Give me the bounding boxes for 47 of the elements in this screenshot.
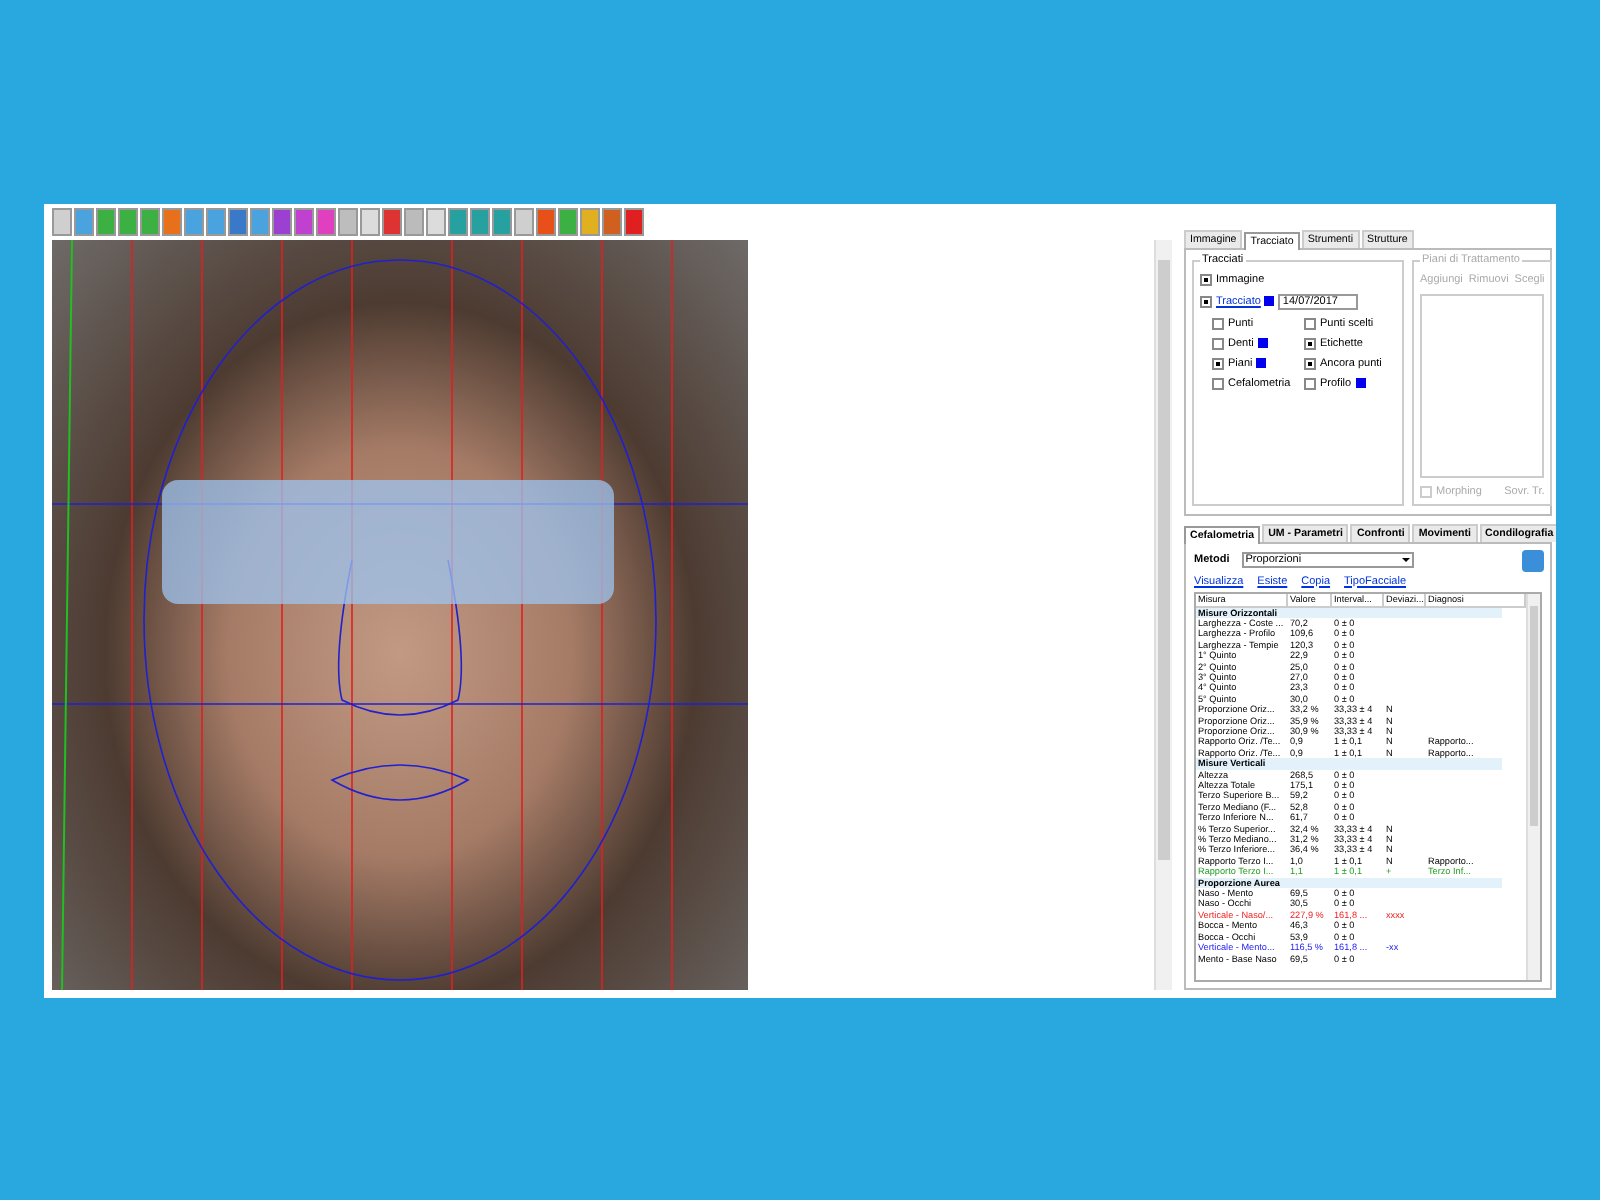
- scrollbar[interactable]: [1526, 593, 1540, 979]
- checkbox[interactable]: [1304, 337, 1316, 349]
- toolbar-tool-button[interactable]: [206, 208, 226, 236]
- checkbox[interactable]: [1212, 377, 1224, 389]
- toolbar-tool-button[interactable]: [580, 208, 600, 236]
- toolbar-tool-button[interactable]: [74, 208, 94, 236]
- caret-icon: [1401, 558, 1410, 562]
- toolbar-tool-button[interactable]: [140, 208, 160, 236]
- list-box[interactable]: [1420, 293, 1545, 477]
- toolbar-tool-button[interactable]: [602, 208, 622, 236]
- toolbar-tool-button[interactable]: [448, 208, 468, 236]
- toolbar-tool-button[interactable]: [316, 208, 336, 236]
- color-swatch[interactable]: [1264, 296, 1275, 306]
- checkbox[interactable]: [1420, 485, 1432, 497]
- checkbox[interactable]: [1212, 337, 1224, 349]
- toolbar-tool-button[interactable]: [470, 208, 490, 236]
- checkbox[interactable]: [1304, 377, 1316, 389]
- toolbar-tool-button[interactable]: [52, 208, 72, 236]
- toolbar-tool-button[interactable]: [250, 208, 270, 236]
- color-swatch[interactable]: [1355, 378, 1366, 388]
- toolbar-tool-button[interactable]: [492, 208, 512, 236]
- toolbar-tool-button[interactable]: [426, 208, 446, 236]
- toolbar-tool-button[interactable]: [184, 208, 204, 236]
- palette-icon[interactable]: [1522, 549, 1544, 571]
- color-swatch[interactable]: [1256, 358, 1267, 368]
- checkbox[interactable]: [1200, 273, 1212, 285]
- toolbar-tool-button[interactable]: [624, 208, 644, 236]
- checkbox[interactable]: [1212, 317, 1224, 329]
- color-swatch[interactable]: [1257, 338, 1268, 348]
- toolbar-tool-button[interactable]: [228, 208, 248, 236]
- checkbox[interactable]: [1200, 295, 1212, 307]
- checkbox[interactable]: [1304, 317, 1316, 329]
- scrollbar[interactable]: [1154, 239, 1172, 989]
- toolbar-tool-button[interactable]: [272, 208, 292, 236]
- toolbar-tool-button[interactable]: [96, 208, 116, 236]
- toolbar-tool-button[interactable]: [536, 208, 556, 236]
- toolbar-tool-button[interactable]: [514, 208, 534, 236]
- toolbar-tool-button[interactable]: [118, 208, 138, 236]
- checkbox[interactable]: [1212, 357, 1224, 369]
- checkbox[interactable]: [1304, 357, 1316, 369]
- toolbar-tool-button[interactable]: [382, 208, 402, 236]
- toolbar-tool-button[interactable]: [338, 208, 358, 236]
- toolbar-tool-button[interactable]: [404, 208, 424, 236]
- toolbar-tool-button[interactable]: [294, 208, 314, 236]
- toolbar-tool-button[interactable]: [360, 208, 380, 236]
- toolbar-tool-button[interactable]: [558, 208, 578, 236]
- toolbar-tool-button[interactable]: [162, 208, 182, 236]
